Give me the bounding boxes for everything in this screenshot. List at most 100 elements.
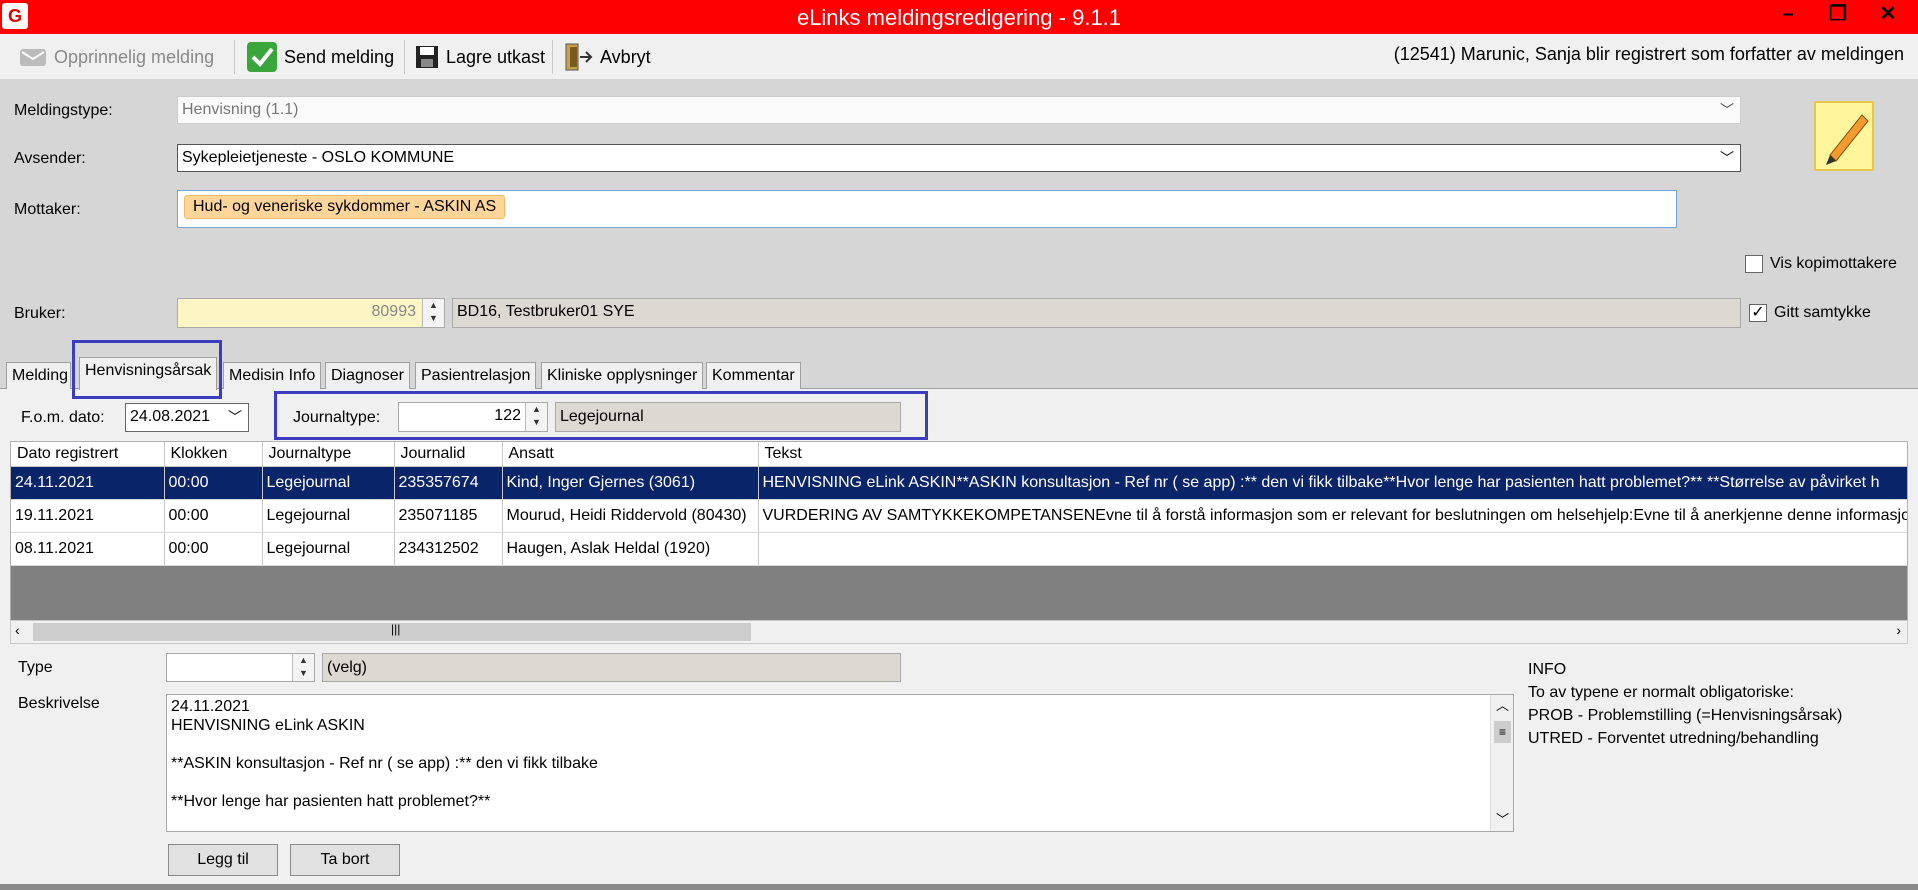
table-cell: 08.11.2021 bbox=[11, 532, 165, 566]
journal-type-input[interactable]: 122 ▲ ▼ bbox=[398, 402, 548, 432]
tab-diagnoser[interactable]: Diagnoser bbox=[325, 362, 410, 389]
restore-icon[interactable]: ❐ bbox=[1814, 0, 1862, 30]
description-textarea[interactable]: 24.11.2021 HENVISNING eLink ASKIN **ASKI… bbox=[166, 694, 1514, 832]
journal-grid: Dato registrert Klokken Journaltype Jour… bbox=[10, 441, 1908, 644]
original-message-button[interactable]: Opprinnelig melding bbox=[14, 39, 218, 75]
table-cell bbox=[758, 532, 1907, 566]
tab-pasientrelasjon[interactable]: Pasientrelasjon bbox=[415, 362, 537, 389]
column-header[interactable]: Journalid bbox=[394, 442, 503, 467]
message-type-value: Henvisning (1.1) bbox=[182, 101, 299, 118]
tab-kommentar[interactable]: Kommentar bbox=[706, 362, 801, 389]
table-cell: Haugen, Aslak Heldal (1920) bbox=[502, 532, 759, 566]
table-cell: 00:00 bbox=[164, 466, 263, 500]
info-line: PROB - Problemstilling (=Henvisningsårsa… bbox=[1528, 707, 1843, 724]
column-header[interactable]: Klokken bbox=[164, 442, 263, 467]
chevron-down-icon: ﹀ bbox=[228, 409, 242, 425]
user-id-value: 80993 bbox=[371, 303, 417, 320]
table-cell: Kind, Inger Gjernes (3061) bbox=[502, 466, 759, 500]
table-row[interactable]: 19.11.2021 00:00 Legejournal 235071185 M… bbox=[11, 499, 1907, 533]
table-header-row: Dato registrert Klokken Journaltype Jour… bbox=[11, 442, 1907, 467]
tab-medisin-info[interactable]: Medisin Info bbox=[223, 362, 322, 389]
table-cell: 00:00 bbox=[164, 532, 263, 566]
table-cell: 235071185 bbox=[394, 499, 503, 533]
horizontal-scrollbar[interactable]: ‹ ||| › bbox=[10, 620, 1908, 644]
spinner-arrows-icon[interactable]: ▲ ▼ bbox=[422, 299, 444, 327]
chevron-down-icon: ﹀ bbox=[1720, 102, 1734, 118]
vertical-scrollbar[interactable]: ︿ ≡ ﹀ bbox=[1490, 695, 1513, 831]
toolbar-separator bbox=[404, 40, 405, 74]
send-message-label: Send melding bbox=[284, 46, 395, 67]
cancel-button[interactable]: Avbryt bbox=[558, 39, 655, 75]
floppy-disk-icon bbox=[416, 46, 438, 68]
spinner-arrows-icon[interactable]: ▲ ▼ bbox=[292, 654, 314, 681]
table-cell: Legejournal bbox=[262, 466, 395, 500]
column-header[interactable]: Dato registrert bbox=[11, 442, 165, 467]
table-cell: 19.11.2021 bbox=[11, 499, 165, 533]
message-type-select[interactable]: Henvisning (1.1) ﹀ bbox=[177, 96, 1741, 124]
consent-checkbox[interactable]: ✓ bbox=[1749, 304, 1767, 322]
description-label: Beskrivelse bbox=[18, 695, 100, 712]
tab-label: Diagnoser bbox=[331, 367, 404, 384]
from-date-value: 24.08.2021 bbox=[130, 408, 211, 425]
remove-button[interactable]: Ta bort bbox=[290, 844, 400, 876]
cancel-label: Avbryt bbox=[600, 46, 651, 67]
message-type-label: Meldingstype: bbox=[14, 102, 113, 119]
chevron-down-icon[interactable]: ﹀ bbox=[1496, 809, 1509, 828]
table-cell: Mourud, Heidi Riddervold (80430) bbox=[502, 499, 759, 533]
chevron-right-icon[interactable]: › bbox=[1896, 622, 1901, 638]
user-id-input[interactable]: 80993 ▲ ▼ bbox=[177, 298, 445, 328]
table-cell: Legejournal bbox=[262, 499, 395, 533]
original-message-label: Opprinnelig melding bbox=[54, 46, 215, 67]
tab-label: Kliniske opplysninger bbox=[547, 367, 698, 384]
user-name-field: BD16, Testbruker01 SYE bbox=[452, 298, 1741, 328]
author-note: (12541) Marunic, Sanja blir registrert s… bbox=[1393, 44, 1904, 64]
save-draft-label: Lagre utkast bbox=[446, 46, 546, 67]
tab-melding[interactable]: Melding bbox=[6, 362, 71, 389]
table-row[interactable]: 24.11.2021 00:00 Legejournal 235357674 K… bbox=[11, 466, 1907, 500]
recipient-field[interactable]: Hud- og veneriske sykdommer - ASKIN AS bbox=[177, 190, 1677, 228]
table-row[interactable]: 08.11.2021 00:00 Legejournal 234312502 H… bbox=[11, 532, 1907, 566]
table-cell: 235357674 bbox=[394, 466, 503, 500]
tab-label: Medisin Info bbox=[229, 367, 316, 384]
info-heading: INFO bbox=[1528, 661, 1567, 678]
add-button[interactable]: Legg til bbox=[168, 844, 278, 876]
chevron-left-icon[interactable]: ‹ bbox=[15, 622, 20, 638]
send-message-button[interactable]: Send melding bbox=[242, 39, 398, 75]
window-title: eLinks meldingsredigering - 9.1.1 bbox=[796, 5, 1122, 30]
tab-label: Kommentar bbox=[712, 367, 795, 384]
type-label: Type bbox=[18, 659, 53, 676]
tab-label: Pasientrelasjon bbox=[421, 367, 531, 384]
table-cell: 00:00 bbox=[164, 499, 263, 533]
type-name: (velg) bbox=[322, 653, 901, 682]
table-cell: VURDERING AV SAMTYKKEKOMPETANSENEvne til… bbox=[758, 499, 1907, 533]
highlight-box bbox=[72, 340, 222, 399]
consent-label: Gitt samtykke bbox=[1774, 304, 1871, 321]
column-header[interactable]: Tekst bbox=[758, 442, 1907, 467]
minimize-icon[interactable]: – bbox=[1764, 0, 1812, 30]
sender-select[interactable]: Sykepleietjeneste - OSLO KOMMUNE ﹀ bbox=[177, 144, 1741, 172]
scrollbar-thumb[interactable]: ≡ bbox=[1494, 721, 1511, 743]
column-header[interactable]: Journaltype bbox=[262, 442, 395, 467]
column-header[interactable]: Ansatt bbox=[502, 442, 759, 467]
sender-value: Sykepleietjeneste - OSLO KOMMUNE bbox=[182, 149, 455, 166]
copy-recipients-label: Vis kopimottakere bbox=[1770, 255, 1897, 272]
title-bar: G eLinks meldingsredigering - 9.1.1 – ❐ … bbox=[0, 0, 1918, 34]
close-icon[interactable]: ✕ bbox=[1864, 0, 1912, 30]
toolbar: Opprinnelig melding Send melding Lagre u… bbox=[0, 34, 1918, 80]
toolbar-separator bbox=[234, 40, 235, 74]
save-draft-button[interactable]: Lagre utkast bbox=[410, 39, 549, 75]
tab-strip: Melding Henvisningsårsak Medisin Info Di… bbox=[0, 352, 1918, 390]
message-header-form: Meldingstype: Henvisning (1.1) ﹀ Avsende… bbox=[0, 80, 1918, 352]
user-name-value: BD16, Testbruker01 SYE bbox=[457, 303, 635, 320]
info-line: To av typene er normalt obligatoriske: bbox=[1528, 684, 1794, 701]
recipient-chip[interactable]: Hud- og veneriske sykdommer - ASKIN AS bbox=[184, 195, 506, 219]
recipient-label: Mottaker: bbox=[14, 201, 81, 218]
copy-recipients-checkbox[interactable] bbox=[1745, 255, 1763, 273]
journal-type-name: Legejournal bbox=[555, 402, 901, 432]
tab-kliniske-opplysninger[interactable]: Kliniske opplysninger bbox=[541, 362, 704, 389]
chevron-up-icon[interactable]: ︿ bbox=[1496, 695, 1509, 714]
info-panel: INFO To av typene er normalt obligatoris… bbox=[1528, 658, 1842, 750]
type-input[interactable]: ▲ ▼ bbox=[166, 653, 315, 682]
spinner-arrows-icon[interactable]: ▲ ▼ bbox=[525, 403, 547, 431]
from-date-picker[interactable]: 24.08.2021 ﹀ bbox=[125, 403, 249, 432]
